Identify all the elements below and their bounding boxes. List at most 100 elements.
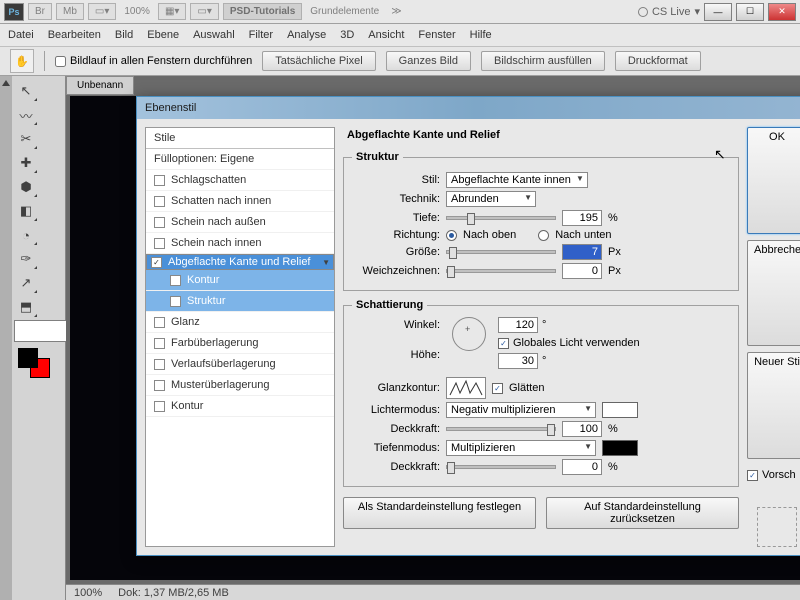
workspace-tab-active[interactable]: PSD-Tutorials (223, 3, 302, 20)
hand-tool-icon[interactable]: ✋ (10, 49, 34, 73)
menu-bearbeiten[interactable]: Bearbeiten (48, 29, 101, 41)
zoom-level[interactable]: 100% (120, 6, 154, 17)
bridge-icon[interactable]: Br (28, 3, 52, 20)
document-tab[interactable]: Unbenann (66, 76, 134, 95)
status-zoom[interactable]: 100% (74, 587, 102, 599)
richtung-down-radio[interactable] (538, 230, 549, 241)
print-size-button[interactable]: Druckformat (615, 51, 701, 71)
menu-analyse[interactable]: Analyse (287, 29, 326, 41)
shadow-opacity-input[interactable]: 0 (562, 459, 602, 475)
menu-hilfe[interactable]: Hilfe (470, 29, 492, 41)
style-checkbox[interactable] (154, 317, 165, 328)
antialias-checkbox[interactable] (492, 383, 503, 394)
fill-screen-button[interactable]: Bildschirm ausfüllen (481, 51, 605, 71)
richtung-up-radio[interactable] (446, 230, 457, 241)
style-row[interactable]: Glanz (146, 312, 334, 333)
color-swatches[interactable] (18, 348, 58, 382)
minibridge-icon[interactable]: Mb (56, 3, 84, 20)
global-light-checkbox[interactable] (498, 338, 509, 349)
fit-screen-button[interactable]: Ganzes Bild (386, 51, 471, 71)
style-row[interactable]: Abgeflachte Kante und Relief (146, 254, 334, 270)
crop-tool[interactable]: ✂ (14, 128, 38, 150)
style-row[interactable]: Farbüberlagerung (146, 333, 334, 354)
make-default-button[interactable]: Als Standardeinstellung festlegen (343, 497, 536, 529)
menu-bild[interactable]: Bild (115, 29, 133, 41)
style-checkbox[interactable] (170, 275, 181, 286)
style-row[interactable]: Kontur (146, 270, 334, 291)
style-row[interactable]: Struktur (146, 291, 334, 312)
workspace-tab[interactable]: Grundelemente (306, 6, 383, 17)
foreground-swatch[interactable] (18, 348, 38, 368)
menu-datei[interactable]: Datei (8, 29, 34, 41)
tiefe-input[interactable]: 195 (562, 210, 602, 226)
style-checkbox[interactable] (154, 217, 165, 228)
menu-filter[interactable]: Filter (249, 29, 273, 41)
shadow-opacity-slider[interactable] (446, 465, 556, 469)
panel-collapse-gutter[interactable] (0, 76, 12, 600)
cs-live-button[interactable]: CS Live ▾ (638, 5, 700, 18)
screenmode-icon[interactable]: ▭▾ (88, 3, 116, 20)
preview-checkbox[interactable]: Vorsch (747, 469, 800, 481)
actual-pixels-button[interactable]: Tatsächliche Pixel (262, 51, 375, 71)
style-row[interactable]: Schatten nach innen (146, 191, 334, 212)
highlight-opacity-slider[interactable] (446, 427, 556, 431)
cancel-button[interactable]: Abbreche (747, 240, 800, 347)
menu-fenster[interactable]: Fenster (418, 29, 455, 41)
style-checkbox[interactable] (154, 196, 165, 207)
menu-auswahl[interactable]: Auswahl (193, 29, 235, 41)
menu-ansicht[interactable]: Ansicht (368, 29, 404, 41)
style-checkbox[interactable] (154, 175, 165, 186)
3d-tool[interactable]: ⬒ (14, 296, 38, 318)
style-row[interactable]: Kontur (146, 396, 334, 417)
style-checkbox[interactable] (154, 359, 165, 370)
weich-slider[interactable] (446, 269, 556, 273)
close-button[interactable]: ✕ (768, 3, 796, 21)
angle-widget[interactable]: + (452, 317, 486, 351)
style-checkbox[interactable] (154, 401, 165, 412)
groesse-input[interactable]: 7 (562, 244, 602, 260)
path-select-tool[interactable]: ↗ (14, 272, 38, 294)
healing-tool[interactable]: ✚ (14, 152, 38, 174)
stil-select[interactable]: Abgeflachte Kante innen (446, 172, 588, 188)
more-icon[interactable]: ≫ (387, 6, 405, 17)
shadow-color-swatch[interactable] (602, 440, 638, 456)
winkel-input[interactable]: 120 (498, 317, 538, 333)
dialog-title-bar[interactable]: Ebenenstil (137, 97, 800, 119)
scroll-all-checkbox[interactable]: Bildlauf in allen Fenstern durchführen (55, 55, 252, 67)
style-checkbox[interactable] (154, 238, 165, 249)
status-doc-size[interactable]: Dok: 1,37 MB/2,65 MB (118, 587, 229, 599)
reset-default-button[interactable]: Auf Standardeinstellung zurücksetzen (546, 497, 739, 529)
menu-ebene[interactable]: Ebene (147, 29, 179, 41)
style-row[interactable]: Schein nach innen (146, 233, 334, 254)
style-row[interactable]: Schein nach außen (146, 212, 334, 233)
weich-input[interactable]: 0 (562, 263, 602, 279)
style-row[interactable]: Schlagschatten (146, 170, 334, 191)
hoehe-input[interactable]: 30 (498, 353, 538, 369)
stamp-tool[interactable]: ⬢ (14, 176, 38, 198)
highlight-mode-select[interactable]: Negativ multiplizieren (446, 402, 596, 418)
lasso-tool[interactable]: 〰 (14, 104, 38, 126)
tiefe-slider[interactable] (446, 216, 556, 220)
eraser-tool[interactable]: ◧ (14, 200, 38, 222)
style-row[interactable]: Musterüberlagerung (146, 375, 334, 396)
style-checkbox[interactable] (151, 257, 162, 268)
style-checkbox[interactable] (154, 380, 165, 391)
style-checkbox[interactable] (170, 296, 181, 307)
style-checkbox[interactable] (154, 338, 165, 349)
arrange-icon[interactable]: ▭▾ (190, 3, 218, 20)
gloss-contour-picker[interactable] (446, 377, 486, 399)
groesse-slider[interactable] (446, 250, 556, 254)
technik-select[interactable]: Abrunden (446, 191, 536, 207)
minimize-button[interactable]: — (704, 3, 732, 21)
highlight-opacity-input[interactable]: 100 (562, 421, 602, 437)
styles-header[interactable]: Stile (146, 128, 334, 149)
shadow-mode-select[interactable]: Multiplizieren (446, 440, 596, 456)
blur-tool[interactable]: ◔ (14, 224, 38, 246)
new-style-button[interactable]: Neuer Sti (747, 352, 800, 459)
move-tool[interactable]: ↖ (14, 80, 38, 102)
blending-options-row[interactable]: Fülloptionen: Eigene (146, 149, 334, 170)
view-extras-icon[interactable]: ▦▾ (158, 3, 186, 20)
style-row[interactable]: Verlaufsüberlagerung (146, 354, 334, 375)
maximize-button[interactable]: ☐ (736, 3, 764, 21)
ok-button[interactable]: OK (747, 127, 800, 234)
